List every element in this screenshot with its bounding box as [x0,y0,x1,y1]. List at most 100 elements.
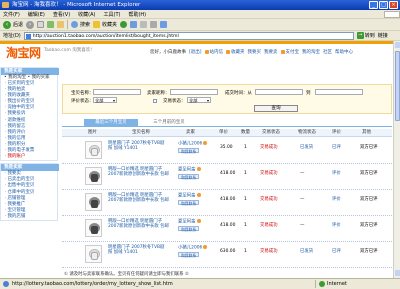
home-icon[interactable] [57,21,65,28]
my-taobao-link[interactable]: 我的淘宝 [302,49,320,55]
item-name-input[interactable] [93,89,141,95]
print-icon[interactable] [150,21,158,28]
menu-file[interactable]: 文件(F) [3,11,20,18]
sell-link[interactable]: 我要卖 [264,49,278,55]
col-other: 其他 [362,130,371,135]
contact-seller-button[interactable]: 和我联系 [178,200,200,206]
refresh-icon[interactable] [47,21,55,28]
stop-icon[interactable] [37,21,45,28]
contact-seller-button[interactable]: 和我联系 [178,252,200,258]
favorites-link[interactable]: 收藏夹 [226,49,245,55]
minimize-button[interactable]: _ [369,1,378,9]
messages-link[interactable]: 站内信 [204,49,223,55]
favorites-button[interactable]: 收藏夹 [93,21,117,28]
seller-link[interactable]: 小猪儿2006 [178,141,208,147]
eval-label: 评价状态： [71,99,94,104]
address-input[interactable]: http://auction1.taobao.com/auction/iteml… [23,31,354,40]
toolbar: ‹ 后退 › 搜索 收藏夹 [0,19,400,31]
query-button[interactable]: 查询 [254,105,298,112]
go-button[interactable]: → 转到 [356,32,375,39]
seller-link[interactable]: 小猪儿2006 [178,245,208,251]
item-name-link[interactable]: 明星圆门子 2007秋冬TVB剧照 加绒 Y1401 [108,245,168,255]
maximize-button[interactable]: □ [379,1,388,9]
window-title: 淘宝网 - 淘我喜欢！ - Microsoft Internet Explore… [12,2,141,8]
buy-link[interactable]: 我要买 [248,49,262,55]
tab-recent[interactable]: 最近三个月宝贝 [84,119,138,127]
go-arrow-icon: → [356,32,364,39]
menu-view[interactable]: 查看(V) [53,11,70,18]
seller-link[interactable]: 夏至阿蛮 [178,219,201,225]
alipay-link[interactable]: 支付宝 [280,49,299,55]
filter-checkbox[interactable] [153,99,157,103]
item-name-link[interactable]: 明星圆门子 2007秋冬TVB剧照 加绒 Y1401 [108,141,168,151]
close-button[interactable]: × [389,1,398,9]
tab-older[interactable]: 三个月前的宝贝 [142,119,196,127]
vertical-scrollbar[interactable] [393,41,400,278]
edit-icon[interactable] [160,21,168,28]
scroll-up-arrow[interactable] [395,42,400,48]
ship-status[interactable]: 已发货 [300,249,313,254]
seller-link[interactable]: 夏至阿蛮 [178,193,201,199]
trade-status[interactable]: 交易成功 [260,249,278,254]
scroll-down-arrow[interactable] [395,270,400,276]
item-thumbnail[interactable] [85,245,102,263]
status-select[interactable]: 全部 [187,97,211,103]
item-thumbnail[interactable] [85,167,102,185]
buyer-menu: 我是买家 • 我的淘宝 • 我的买家 已买到的宝贝 我的拍卖 我的收藏夹 我出价… [0,67,59,162]
trade-status[interactable]: 交易成功 [260,145,278,150]
alipay-icon [280,49,285,54]
seller-link[interactable]: 夏至阿蛮 [178,167,201,173]
community-link[interactable]: 社区 [323,49,332,55]
address-label: 地址(D) [3,33,21,39]
contact-seller-button[interactable]: 和我联系 [178,226,200,232]
item-thumbnail[interactable] [85,141,102,159]
logo-subtitle: Taobao.com 淘我喜欢! [44,48,93,53]
menu-favorites[interactable]: 收藏(A) [78,11,95,18]
trade-status[interactable]: 交易成功 [260,171,278,176]
time-to-input[interactable] [315,89,363,95]
ship-status[interactable]: 已发货 [300,145,313,150]
eval-link[interactable]: 已评 [332,249,341,254]
trade-status[interactable]: 交易成功 [260,223,278,228]
item-thumbnail[interactable] [85,219,102,237]
wangwang-icon [196,193,201,197]
item-name-link[interactable]: 韩版一口价精选 明星圆门子 2007新款原创新款中长款 包邮 [108,167,173,177]
seller-menu: 我是卖家 我要卖 已卖出的宝贝 出售中的宝贝 仓库中的宝贝 店铺管理 我要推广 … [0,163,59,221]
sidebar-item-account[interactable]: 我的账户 [1,154,57,160]
eval-link[interactable]: 已评 [332,145,341,150]
seller-input[interactable] [170,89,218,95]
menu-tools[interactable]: 工具(T) [104,11,121,18]
forward-button[interactable]: › [26,20,35,29]
table-header: 图片 宝贝名称 卖家 单价 数量 交易状态 物流状态 评价 其他 [62,129,392,137]
media-icon[interactable] [120,21,128,28]
eval-link[interactable]: 评价 [332,223,341,228]
time-from-input[interactable] [255,89,303,95]
eval-link[interactable]: 评价 [332,171,341,176]
globe-icon [319,281,325,287]
mail-icon[interactable] [140,21,148,28]
trade-status[interactable]: 交易成功 [260,197,278,202]
sidebar-item-store[interactable]: 我的店铺 [1,214,57,220]
history-icon[interactable] [130,21,138,28]
links-label[interactable]: 链接 [378,32,388,39]
contact-seller-button[interactable]: 和我联系 [178,148,200,154]
eval-link[interactable]: 评价 [332,197,341,202]
back-button[interactable]: ‹ 后退 [3,20,23,29]
contact-seller-button[interactable]: 和我联系 [178,174,200,180]
search-button[interactable]: 搜索 [71,21,90,28]
help-link[interactable]: 帮助中心 [335,49,353,55]
menu-help[interactable]: 帮助(H) [128,11,146,18]
scrollbar-thumb[interactable] [395,51,400,121]
logout-link[interactable]: [退出] [189,49,202,55]
menu-edit[interactable]: 编辑(E) [28,11,45,18]
eval-select[interactable]: 全部 [93,97,117,103]
security-zone: Internet [315,280,347,288]
wangwang-icon [203,245,208,249]
taobao-logo[interactable]: 淘宝网 [6,44,41,61]
search-filter-panel: 宝贝名称： 卖家昵称： 成交时间：从 到 评价状态： 全部 交易状态： 全部 查… [62,84,392,114]
item-qty: 1 [244,197,247,202]
item-name-link[interactable]: 韩版一口价精选 明星圆门子 2007新款原创新款中长款 包邮 [108,193,173,203]
item-name-link[interactable]: 韩版一口价精选 明星圆门子 2007新款原创新款中长款 包邮 [108,219,173,229]
item-thumbnail[interactable] [85,193,102,211]
status-text: http://lottery.taobao.com/lottery/order/… [12,281,173,287]
